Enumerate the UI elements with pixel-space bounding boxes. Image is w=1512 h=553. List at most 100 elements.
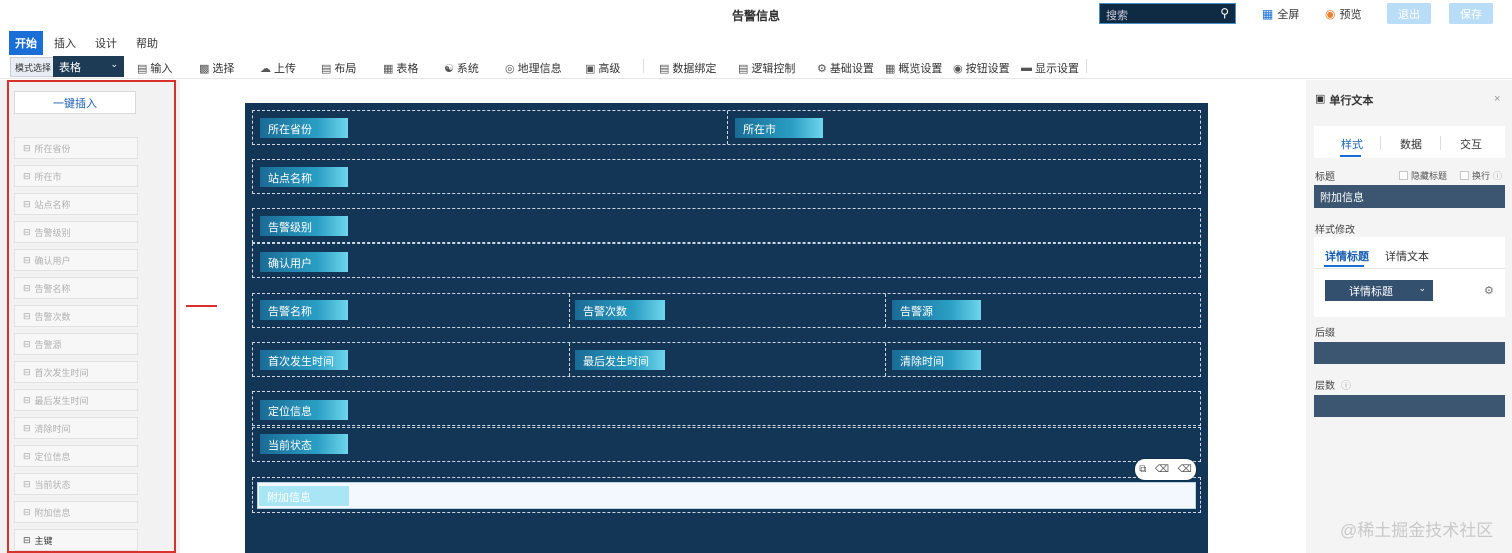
tool-button-settings[interactable]: ◉ 按钮设置 — [953, 60, 1010, 76]
tool-data-binding[interactable]: ▤ 数据绑定 — [659, 60, 716, 76]
form-field-label[interactable]: 当前状态 — [260, 434, 348, 454]
cloud-upload-icon: ☁ — [260, 62, 271, 75]
fullscreen-label: 全屏 — [1277, 9, 1300, 21]
form-field-label[interactable]: 所在市 — [735, 118, 823, 138]
suffix-label: 后缀 — [1315, 328, 1335, 339]
style-select-value: 表格 — [59, 62, 81, 74]
style-select[interactable]: 表格 ⌄ — [53, 56, 124, 77]
cell-divider — [569, 343, 570, 376]
preview-button[interactable]: ◉ 预览 — [1325, 6, 1361, 22]
property-panel-title: ▣ 单行文本 — [1315, 92, 1373, 108]
style-select-label: 模式选择 — [10, 57, 57, 77]
tool-label: 按钮设置 — [965, 63, 1010, 75]
form-field-label[interactable]: 告警级别 — [260, 216, 348, 236]
form-field-label[interactable]: 告警名称 — [260, 300, 348, 320]
help-icon: ⓘ — [1341, 381, 1351, 392]
layout-icon: ▤ — [321, 62, 332, 75]
tool-label: 系统 — [456, 63, 479, 75]
form-field-label[interactable]: 定位信息 — [260, 400, 348, 420]
tool-overview-settings[interactable]: ▦ 概览设置 — [885, 60, 942, 76]
advanced-icon: ▣ — [585, 62, 596, 75]
form-row[interactable] — [252, 391, 1201, 426]
menu-insert[interactable]: 插入 — [50, 33, 80, 53]
copy-icon[interactable]: ⧉ — [1139, 464, 1146, 475]
menu-help[interactable]: 帮助 — [132, 33, 162, 53]
overview-icon: ▦ — [885, 62, 896, 75]
cell-divider — [727, 111, 728, 144]
tool-label: 概览设置 — [898, 63, 943, 75]
data-binding-icon: ▤ — [659, 62, 670, 75]
fullscreen-button[interactable]: ▦ 全屏 — [1262, 6, 1299, 22]
form-field-label[interactable]: 告警源 — [892, 300, 981, 320]
cell-divider — [885, 294, 886, 327]
form-field-label[interactable]: 站点名称 — [260, 167, 348, 187]
delete-row-icon[interactable]: ⌫ — [1178, 464, 1192, 475]
chevron-down-icon: ⌄ — [110, 59, 118, 69]
form-field-label[interactable]: 告警次数 — [575, 300, 665, 320]
tab-detail-text[interactable]: 详情文本 — [1385, 248, 1429, 264]
form-row[interactable] — [252, 342, 1201, 377]
form-field-label[interactable]: 所在省份 — [260, 118, 348, 138]
tool-select[interactable]: ▩ 选择 — [199, 60, 234, 76]
tool-basic-settings[interactable]: ⚙ 基础设置 — [817, 60, 874, 76]
form-row[interactable] — [252, 293, 1201, 328]
tool-display-settings[interactable]: ▬ 显示设置 — [1021, 60, 1079, 76]
tool-label: 显示设置 — [1035, 63, 1079, 75]
form-row[interactable] — [252, 110, 1201, 145]
hide-title-checkbox[interactable]: 隐藏标题 — [1399, 169, 1447, 182]
layer-label: 层数 — [1315, 381, 1335, 392]
globe-icon: ◎ — [505, 62, 515, 75]
form-row[interactable] — [252, 159, 1201, 194]
table-icon: ▦ — [383, 62, 394, 75]
tab-divider — [1440, 136, 1441, 150]
form-field-label[interactable]: 确认用户 — [260, 252, 348, 272]
tool-input[interactable]: ▤ 输入 — [137, 60, 172, 76]
tool-table[interactable]: ▦ 表格 — [383, 60, 418, 76]
tab-data[interactable]: 数据 — [1400, 136, 1422, 152]
menu-design[interactable]: 设计 — [91, 33, 121, 53]
tool-system[interactable]: ☯ 系统 — [444, 60, 479, 76]
tool-label: 逻辑控制 — [751, 63, 796, 75]
form-field-label[interactable]: 清除时间 — [892, 350, 981, 370]
attach-info-input[interactable] — [257, 482, 1196, 509]
checkbox-box[interactable] — [1399, 171, 1408, 180]
title-label: 标题 — [1315, 172, 1335, 183]
tool-upload[interactable]: ☁ 上传 — [260, 60, 296, 76]
exit-button[interactable]: 退出 — [1387, 3, 1431, 24]
menu-bar: 开始 插入 设计 帮助 — [0, 30, 1512, 55]
save-button[interactable]: 保存 — [1449, 3, 1493, 24]
tab-style[interactable]: 样式 — [1341, 136, 1363, 152]
tool-logic-control[interactable]: ▤ 逻辑控制 — [738, 60, 795, 76]
tool-label: 选择 — [212, 63, 235, 75]
field-panel-highlight — [7, 80, 176, 553]
wrap-checkbox[interactable]: 换行 ⓘ — [1460, 169, 1502, 182]
suffix-input[interactable] — [1314, 342, 1505, 364]
form-row[interactable] — [252, 243, 1201, 278]
form-field-label[interactable]: 最后发生时间 — [575, 350, 665, 370]
title-input[interactable]: 附加信息 — [1314, 185, 1505, 208]
layer-input[interactable] — [1314, 395, 1505, 417]
preview-icon: ◉ — [1325, 7, 1336, 21]
tab-interaction[interactable]: 交互 — [1460, 136, 1482, 152]
form-field-label[interactable]: 附加信息 — [259, 486, 349, 506]
gear-icon[interactable]: ⚙ — [1484, 284, 1494, 297]
form-field-label[interactable]: 首次发生时间 — [260, 350, 348, 370]
form-row[interactable] — [252, 427, 1201, 462]
menu-start[interactable]: 开始 — [9, 31, 43, 55]
search-icon[interactable]: ⚲ — [1220, 6, 1229, 20]
close-icon[interactable]: × — [1494, 93, 1500, 105]
help-icon: ⓘ — [1493, 171, 1503, 181]
style-target-select[interactable]: 详情标题 ⌄ — [1325, 280, 1433, 301]
form-row[interactable] — [252, 208, 1201, 243]
tab-detail-title[interactable]: 详情标题 — [1325, 248, 1369, 264]
search-placeholder: 搜索 — [1106, 10, 1128, 22]
search-input[interactable]: 搜索 ⚲ — [1099, 3, 1236, 24]
toolbar-divider — [1086, 59, 1087, 73]
checkbox-box[interactable] — [1460, 171, 1469, 180]
tab-divider — [1380, 136, 1381, 150]
tool-layout[interactable]: ▤ 布局 — [321, 60, 356, 76]
delete-icon[interactable]: ⌫ — [1155, 464, 1169, 475]
tool-advanced[interactable]: ▣ 高级 — [585, 60, 620, 76]
preview-label: 预览 — [1339, 9, 1362, 21]
tool-geo[interactable]: ◎ 地理信息 — [505, 60, 562, 76]
